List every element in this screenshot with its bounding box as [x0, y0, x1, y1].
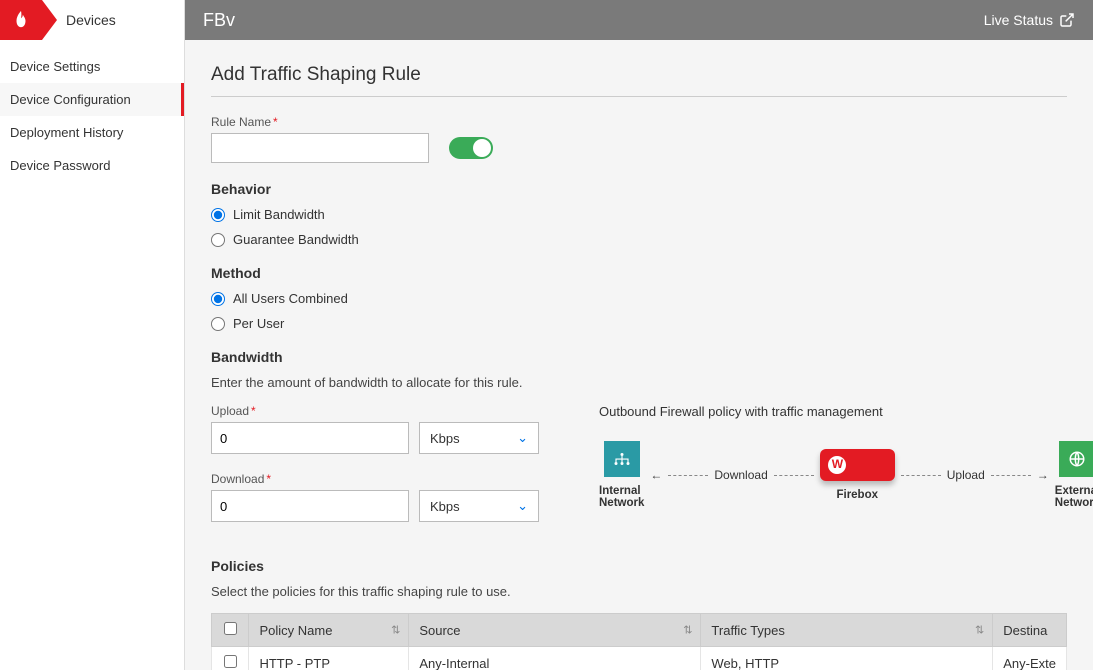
internal-network-icon [604, 441, 640, 477]
download-label: Download* [211, 472, 539, 486]
policies-help: Select the policies for this traffic sha… [211, 584, 1067, 599]
behavior-limit-radio[interactable]: Limit Bandwidth [211, 207, 1067, 222]
sort-icon: ⇅ [391, 624, 400, 637]
select-all-checkbox[interactable] [224, 622, 237, 635]
live-status-label: Live Status [984, 12, 1053, 28]
rule-name-label: Rule Name* [211, 115, 1067, 129]
method-combined-radio[interactable]: All Users Combined [211, 291, 1067, 306]
topbar: FBv Live Status [185, 0, 1093, 40]
method-per-user-radio[interactable]: Per User [211, 316, 1067, 331]
col-destination[interactable]: Destina [993, 614, 1067, 647]
sidebar-item-device-settings[interactable]: Device Settings [0, 50, 184, 83]
enabled-toggle[interactable] [449, 137, 493, 159]
bandwidth-help: Enter the amount of bandwidth to allocat… [211, 375, 1067, 390]
col-traffic-types[interactable]: Traffic Types⇅ [701, 614, 993, 647]
sidebar-item-deployment-history[interactable]: Deployment History [0, 116, 184, 149]
chevron-down-icon: ⌄ [517, 430, 528, 446]
row-checkbox[interactable] [224, 655, 237, 668]
sidebar-item-device-configuration[interactable]: Device Configuration [0, 83, 184, 116]
sidebar-item-device-password[interactable]: Device Password [0, 149, 184, 182]
rule-name-input[interactable] [211, 133, 429, 163]
firebox-icon [820, 449, 895, 481]
method-heading: Method [211, 265, 1067, 281]
sort-icon: ⇅ [975, 624, 984, 637]
device-title: FBv [203, 10, 984, 31]
table-row[interactable]: HTTP - PTP Any-Internal Web, HTTP Any-Ex… [212, 647, 1067, 670]
download-input[interactable] [211, 490, 409, 522]
col-policy-name[interactable]: Policy Name⇅ [249, 614, 409, 647]
col-select-all[interactable] [212, 614, 249, 647]
upload-unit-select[interactable]: Kbps ⌄ [419, 422, 539, 454]
chevron-down-icon: ⌄ [517, 498, 528, 514]
traffic-diagram: Outbound Firewall policy with traffic ma… [599, 404, 1093, 509]
live-status-button[interactable]: Live Status [984, 12, 1075, 28]
download-unit-select[interactable]: Kbps ⌄ [419, 490, 539, 522]
external-link-icon [1059, 12, 1075, 28]
sort-icon: ⇅ [683, 624, 692, 637]
behavior-heading: Behavior [211, 181, 1067, 197]
bandwidth-heading: Bandwidth [211, 349, 1067, 365]
page-title: Add Traffic Shaping Rule [211, 64, 1067, 97]
upload-label: Upload* [211, 404, 539, 418]
flame-icon [0, 0, 42, 40]
diagram-title: Outbound Firewall policy with traffic ma… [599, 404, 1093, 419]
col-source[interactable]: Source⇅ [409, 614, 701, 647]
sidebar: Devices Device Settings Device Configura… [0, 0, 185, 670]
upload-input[interactable] [211, 422, 409, 454]
policies-heading: Policies [211, 558, 1067, 574]
external-network-icon [1059, 441, 1093, 477]
sidebar-header[interactable]: Devices [0, 0, 184, 40]
behavior-guarantee-radio[interactable]: Guarantee Bandwidth [211, 232, 1067, 247]
policies-table: Policy Name⇅ Source⇅ Traffic Types⇅ Dest… [211, 613, 1067, 670]
